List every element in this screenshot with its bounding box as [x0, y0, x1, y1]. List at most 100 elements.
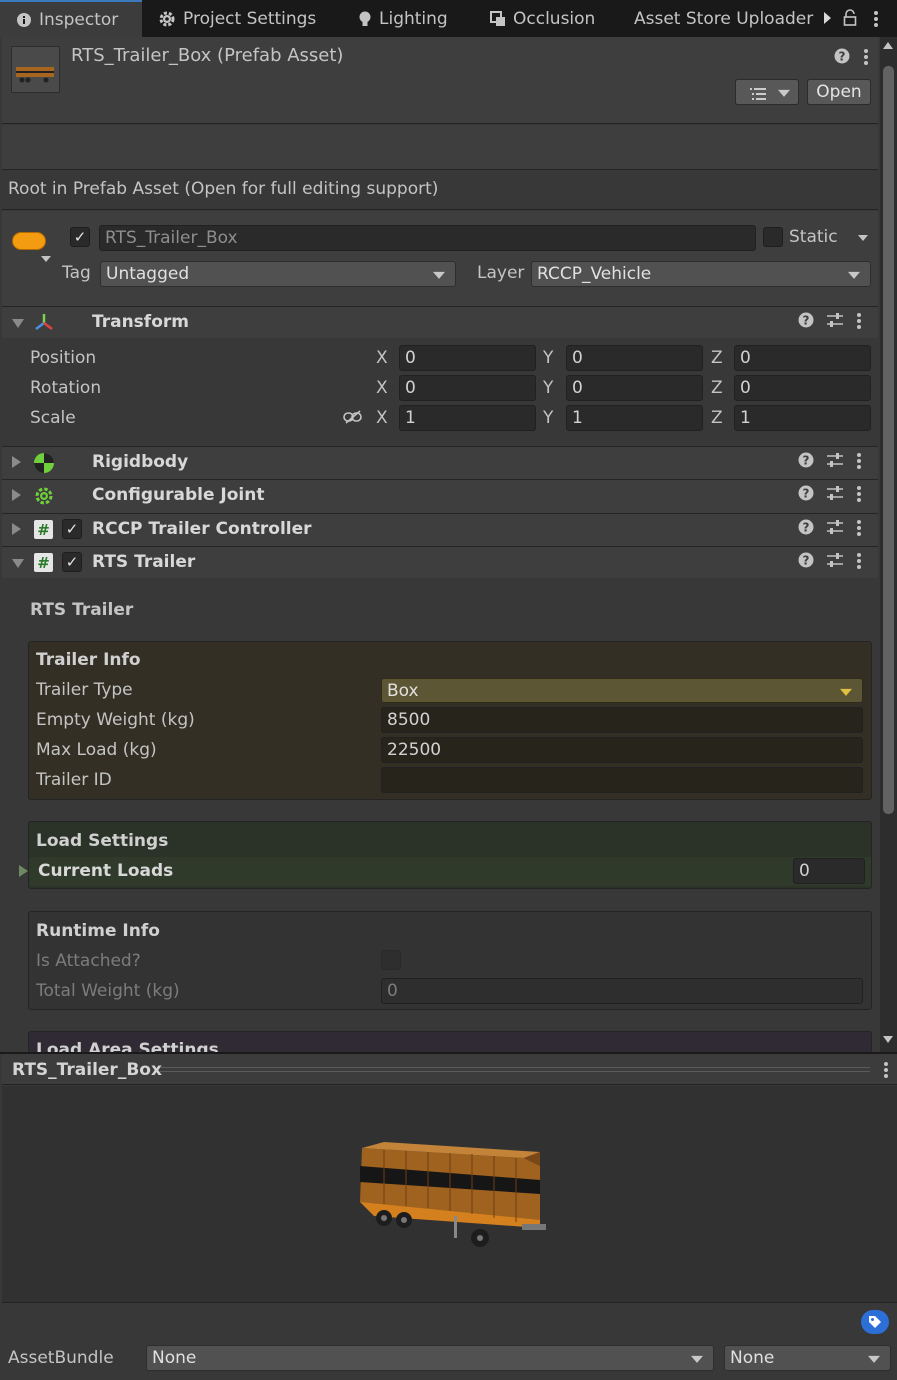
rccp-trailer-controller-header[interactable]: # ✓ RCCP Trailer Controller ?	[2, 513, 878, 546]
foldout-closed-icon[interactable]	[19, 865, 28, 877]
help-icon[interactable]: ?	[834, 48, 850, 69]
help-icon[interactable]: ?	[798, 485, 814, 508]
is-attached-checkbox	[381, 950, 401, 970]
overrides-dropdown[interactable]	[735, 79, 799, 105]
static-checkbox[interactable]	[763, 227, 783, 247]
position-z-input[interactable]: 0	[734, 345, 871, 371]
scale-y-input[interactable]: 1	[566, 405, 703, 431]
preview-viewport[interactable]	[2, 1086, 897, 1303]
presets-icon[interactable]	[826, 312, 844, 335]
tab-label: Project Settings	[183, 8, 317, 29]
kebab-menu-icon[interactable]	[856, 485, 862, 508]
tab-occlusion[interactable]: Occlusion	[490, 0, 595, 37]
layer-dropdown[interactable]: RCCP_Vehicle	[531, 261, 871, 287]
gameobject-name-input[interactable]: RTS_Trailer_Box	[99, 225, 756, 251]
kebab-menu-icon[interactable]	[856, 552, 862, 575]
assetbundle-variant-value: None	[730, 1348, 775, 1368]
empty-weight-input[interactable]: 8500	[381, 707, 863, 733]
joint-icon	[33, 485, 55, 512]
scale-x-input[interactable]: 1	[399, 405, 536, 431]
tab-overflow-arrow-icon[interactable]	[824, 12, 831, 24]
assetbundle-bar: AssetBundle None None	[2, 1304, 897, 1380]
divider	[160, 1067, 870, 1068]
kebab-menu-icon[interactable]	[856, 519, 862, 542]
chevron-down-icon	[848, 271, 860, 279]
assetbundle-variant-dropdown[interactable]: None	[724, 1345, 891, 1371]
help-icon[interactable]: ?	[798, 312, 814, 335]
tab-project-settings[interactable]: Project Settings	[158, 0, 316, 37]
rts-trailer-header[interactable]: # ✓ RTS Trailer ?	[2, 546, 878, 578]
transform-header[interactable]: Transform ?	[2, 306, 878, 338]
gameobject-icon[interactable]	[12, 232, 46, 250]
presets-icon[interactable]	[826, 519, 844, 542]
assetbundle-name-dropdown[interactable]: None	[146, 1345, 714, 1371]
foldout-open-icon[interactable]	[12, 319, 24, 328]
static-dropdown-icon[interactable]	[858, 235, 868, 241]
kebab-menu-icon[interactable]	[863, 48, 869, 71]
help-icon[interactable]: ?	[798, 552, 814, 575]
foldout-closed-icon[interactable]	[12, 489, 21, 501]
foldout-open-icon[interactable]	[12, 559, 24, 568]
scroll-down-arrow-icon[interactable]	[883, 1036, 893, 1043]
presets-icon[interactable]	[826, 452, 844, 475]
tag-label: Tag	[62, 263, 91, 283]
help-icon[interactable]: ?	[798, 519, 814, 542]
component-enabled-checkbox[interactable]: ✓	[62, 552, 82, 572]
rotation-z-input[interactable]: 0	[734, 375, 871, 401]
gameobject-header: ✓ RTS_Trailer_Box Static Tag Untagged La…	[2, 211, 878, 306]
preview-header: RTS_Trailer_Box	[2, 1054, 897, 1085]
position-x-input[interactable]: 0	[399, 345, 536, 371]
open-button[interactable]: Open	[807, 79, 871, 105]
tab-label: Asset Store Uploader	[634, 8, 814, 29]
presets-icon[interactable]	[826, 485, 844, 508]
rts-trailer-body: RTS Trailer Trailer Info Trailer Type Bo…	[2, 578, 878, 1052]
tab-lighting[interactable]: Lighting	[358, 0, 448, 37]
chevron-down-icon[interactable]	[41, 256, 51, 262]
rotation-x-input[interactable]: 0	[399, 375, 536, 401]
component-title: Rigidbody	[92, 452, 189, 472]
foldout-closed-icon[interactable]	[12, 456, 21, 468]
tag-dropdown[interactable]: Untagged	[100, 261, 456, 287]
kebab-menu-icon[interactable]	[883, 1061, 889, 1084]
active-checkbox[interactable]: ✓	[70, 227, 90, 247]
prefab-thumbnail	[11, 46, 60, 93]
trailer-type-dropdown[interactable]: Box	[381, 678, 863, 703]
assetbundle-name-value: None	[152, 1348, 197, 1368]
component-enabled-checkbox[interactable]: ✓	[62, 519, 82, 539]
scale-z-input[interactable]: 1	[734, 405, 871, 431]
lock-icon[interactable]	[843, 9, 857, 32]
axis-y-label: Y	[543, 348, 554, 368]
axis-x-label: X	[376, 408, 388, 428]
current-loads-size-input[interactable]: 0	[793, 858, 865, 884]
constrain-proportions-icon[interactable]	[343, 409, 363, 430]
foldout-closed-icon[interactable]	[12, 523, 21, 535]
axis-x-label: X	[376, 348, 388, 368]
tab-asset-store-uploader[interactable]: Asset Store Uploader	[634, 0, 813, 37]
check-icon: ✓	[65, 553, 79, 571]
prefab-header: RTS_Trailer_Box (Prefab Asset) ? Open	[2, 37, 878, 124]
rotation-y-input[interactable]: 0	[566, 375, 703, 401]
preview-title: RTS_Trailer_Box	[12, 1060, 162, 1080]
chevron-down-icon	[433, 271, 445, 279]
presets-icon[interactable]	[826, 552, 844, 575]
rigidbody-header[interactable]: Rigidbody ?	[2, 446, 878, 479]
configurable-joint-header[interactable]: Configurable Joint ?	[2, 479, 878, 513]
label-tag-icon[interactable]	[861, 1310, 889, 1334]
kebab-menu-icon[interactable]	[873, 10, 879, 33]
axis-z-label: Z	[711, 378, 723, 398]
kebab-menu-icon[interactable]	[856, 312, 862, 335]
check-icon: ✓	[73, 228, 87, 246]
load-settings-box: Load Settings Current Loads 0	[19, 821, 872, 889]
help-icon[interactable]: ?	[798, 452, 814, 475]
current-loads-row[interactable]: Current Loads 0	[19, 857, 871, 886]
trailer-id-input[interactable]	[381, 767, 863, 793]
scale-label: Scale	[30, 408, 76, 428]
scroll-up-arrow-icon[interactable]	[883, 42, 893, 49]
divider	[160, 1071, 870, 1072]
position-y-input[interactable]: 0	[566, 345, 703, 371]
max-load-input[interactable]: 22500	[381, 737, 863, 763]
transform-body: Position Rotation Scale X 0 Y 0 Z 0 X 0 …	[2, 338, 878, 446]
scrollbar-thumb[interactable]	[883, 66, 894, 814]
tab-inspector[interactable]: Inspector	[0, 0, 142, 37]
kebab-menu-icon[interactable]	[856, 452, 862, 475]
